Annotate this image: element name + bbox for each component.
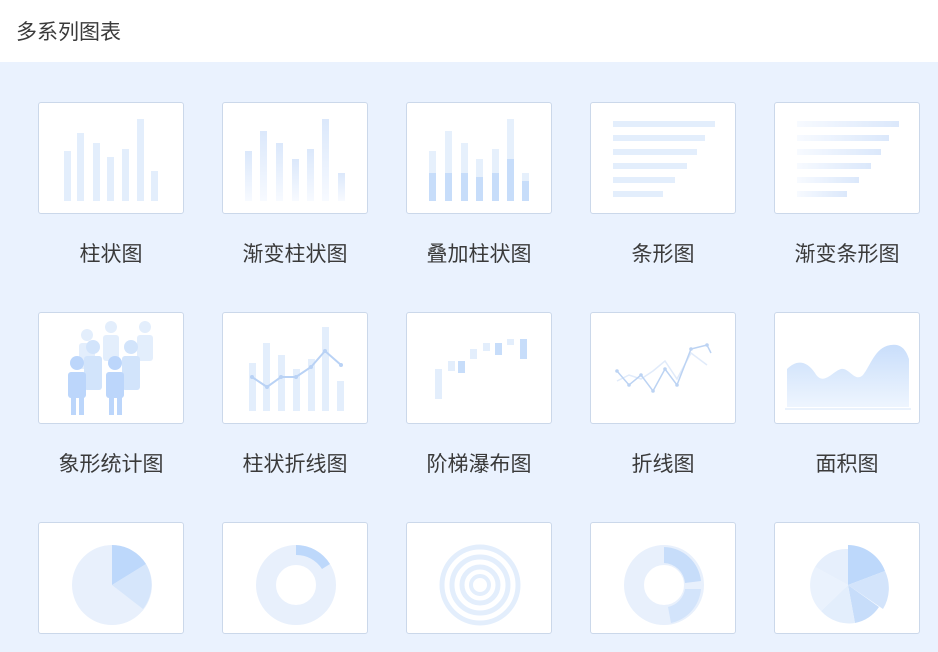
section-title: 多系列图表 [16, 20, 121, 44]
chart-label: 折线图 [631, 452, 695, 476]
segmented-donut-chart-thumbnail[interactable] [590, 522, 736, 634]
bar-line-chart-icon [249, 327, 344, 411]
pictograph-chart-icon [68, 321, 153, 415]
bar-chart-thumbnail[interactable] [38, 102, 184, 214]
chart-label: 柱状图 [79, 242, 143, 266]
waterfall-chart-icon [435, 339, 527, 399]
segmented-donut-chart-icon [624, 545, 704, 625]
donut-chart-thumbnail[interactable] [222, 522, 368, 634]
concentric-ring-chart-thumbnail[interactable] [406, 522, 552, 634]
chart-label: 渐变柱状图 [242, 242, 348, 266]
stacked-bar-chart-icon [429, 119, 529, 201]
pie-chart-icon [72, 545, 152, 625]
horizontal-bar-chart-icon [613, 121, 715, 197]
chart-label: 柱状折线图 [242, 452, 348, 476]
gradient-horizontal-bar-chart-icon [797, 121, 899, 197]
chart-label: 渐变条形图 [794, 242, 900, 266]
rose-pie-chart-icon [810, 545, 889, 624]
stacked-bar-chart-thumbnail[interactable] [406, 102, 552, 214]
waterfall-chart-thumbnail[interactable] [406, 312, 552, 424]
line-chart-thumbnail[interactable] [590, 312, 736, 424]
section-header: 多系列图表 [0, 0, 938, 62]
gradient-bar-chart-thumbnail[interactable] [222, 102, 368, 214]
horizontal-bar-chart-thumbnail[interactable] [590, 102, 736, 214]
chart-label: 阶梯瀑布图 [426, 452, 532, 476]
chart-label: 叠加柱状图 [426, 242, 532, 266]
chart-label: 象形统计图 [58, 452, 164, 476]
bar-chart-icon [64, 119, 158, 201]
line-chart-icon [615, 343, 712, 393]
gradient-bar-chart-icon [245, 119, 345, 201]
chart-label: 面积图 [815, 452, 879, 476]
chart-label: 条形图 [631, 242, 695, 266]
donut-chart-icon [256, 545, 336, 625]
gradient-horizontal-bar-chart-thumbnail[interactable] [774, 102, 920, 214]
concentric-ring-chart-icon [439, 544, 521, 626]
area-chart-thumbnail[interactable] [774, 312, 920, 424]
pictograph-chart-thumbnail[interactable] [38, 312, 184, 424]
pie-chart-thumbnail[interactable] [38, 522, 184, 634]
area-chart-icon [785, 344, 911, 410]
rose-pie-chart-thumbnail[interactable] [774, 522, 920, 634]
bar-line-chart-thumbnail[interactable] [222, 312, 368, 424]
